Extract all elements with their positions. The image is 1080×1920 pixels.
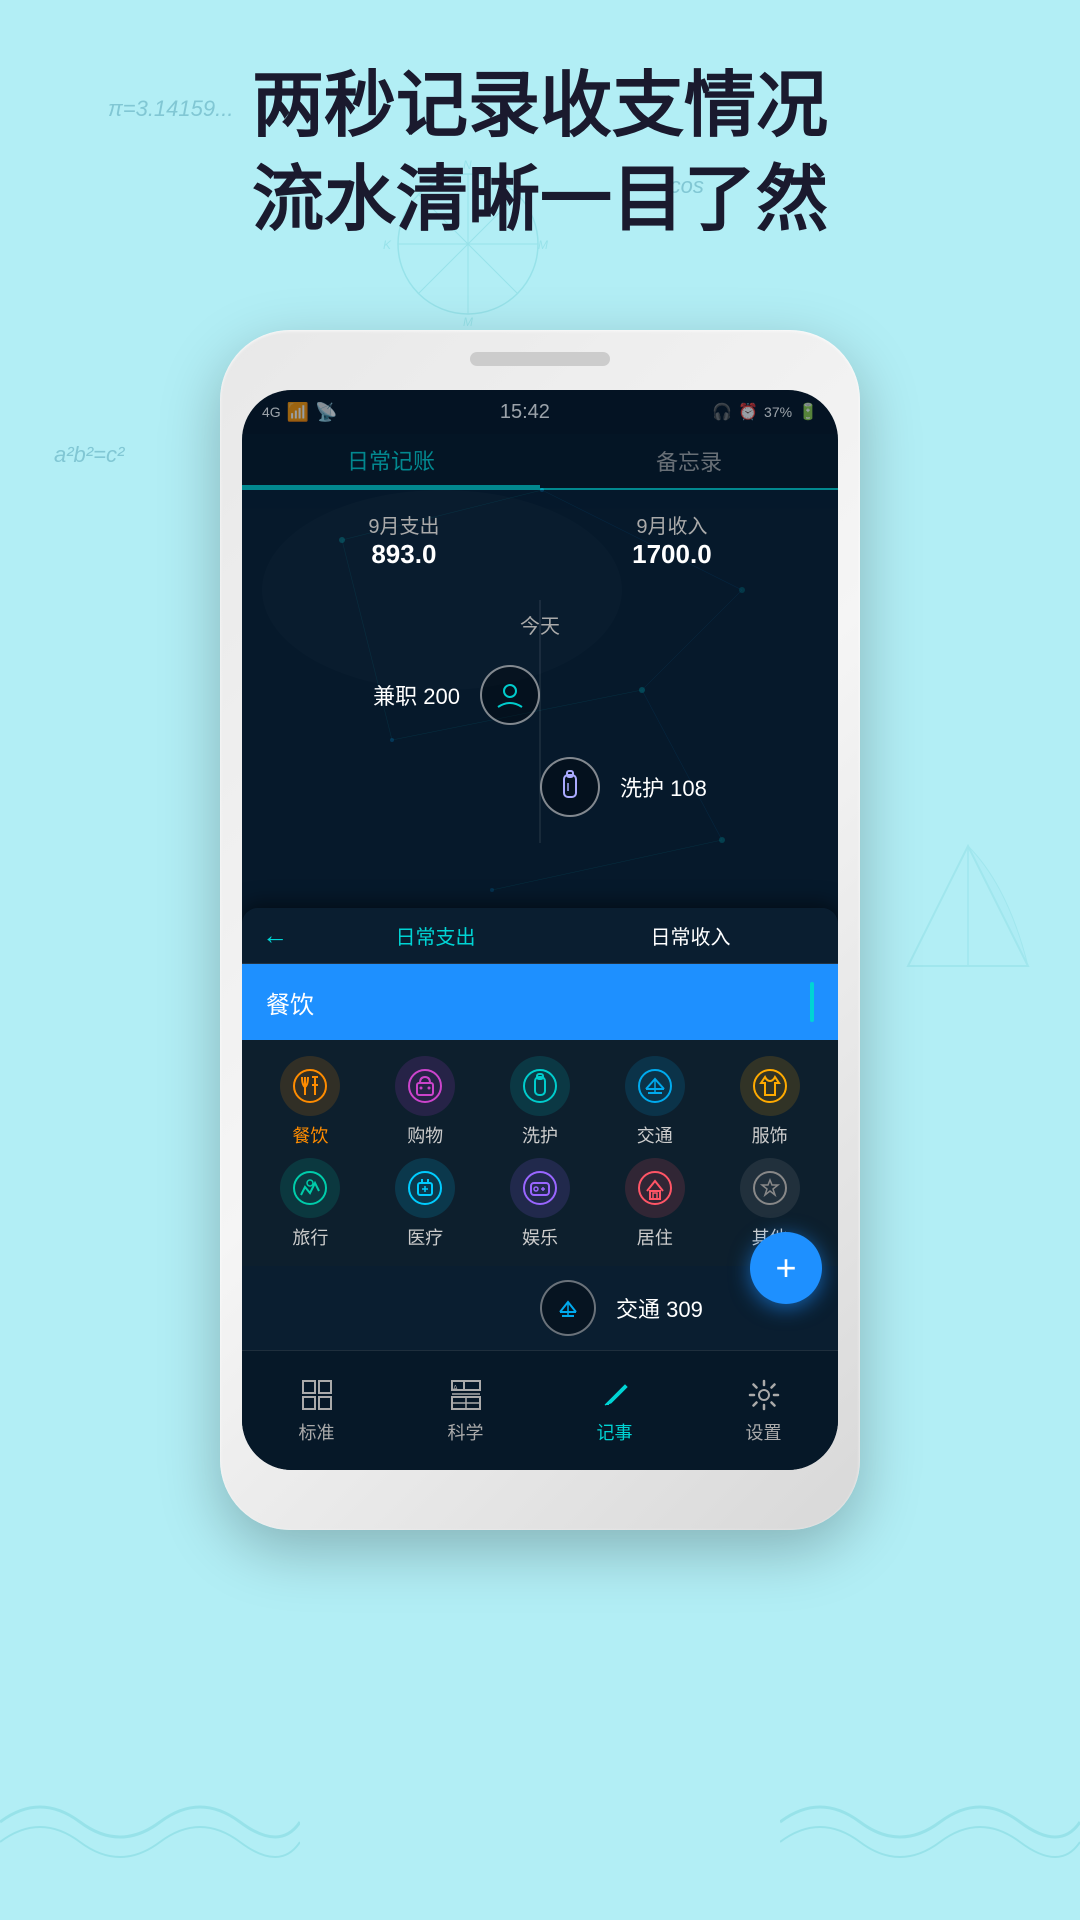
screen-content: 9月支出 893.0 9月收入 1700.0 今天 兼职 200	[242, 490, 838, 1350]
parttime-label: 兼职 200	[373, 679, 460, 711]
phone-shell: 4G 📶 📡 15:42 🎧 ⏰ 37% 🔋 日常记账 备忘录	[220, 330, 860, 1530]
category-care[interactable]: 洗护	[488, 1056, 593, 1148]
medical-icon	[395, 1158, 455, 1218]
popup-header: ← 日常支出 日常收入	[242, 908, 838, 964]
income-value: 1700.0	[632, 539, 712, 570]
selected-category-name: 餐饮	[266, 985, 314, 1020]
care-icon-circle	[540, 757, 600, 817]
nav-settings[interactable]: 设置	[689, 1377, 838, 1445]
transport-timeline-item: 交通 309	[242, 1266, 838, 1350]
expense-summary: 9月支出 893.0	[368, 510, 439, 570]
parttime-icon-circle	[480, 665, 540, 725]
popup-tab-income[interactable]: 日常收入	[563, 913, 818, 958]
settings-icon	[746, 1377, 782, 1413]
nav-science-label: 科学	[448, 1419, 484, 1445]
phone-mockup: 4G 📶 📡 15:42 🎧 ⏰ 37% 🔋 日常记账 备忘录	[220, 330, 860, 1530]
income-summary: 9月收入 1700.0	[632, 510, 712, 570]
category-housing[interactable]: 居住	[602, 1158, 707, 1250]
svg-text:A: A	[453, 1385, 458, 1392]
dining-icon	[280, 1056, 340, 1116]
popup-panel: ← 日常支出 日常收入 餐饮	[242, 908, 838, 1350]
category-entertainment[interactable]: 娱乐	[488, 1158, 593, 1250]
fab-add-button[interactable]: +	[750, 1232, 822, 1304]
transport-circle	[540, 1280, 596, 1336]
shopping-icon	[395, 1056, 455, 1116]
transport-icon	[625, 1056, 685, 1116]
category-travel[interactable]: 旅行	[258, 1158, 363, 1250]
travel-icon	[280, 1158, 340, 1218]
notes-icon	[597, 1377, 633, 1413]
expense-label: 9月支出	[368, 510, 439, 539]
science-icon: A	[448, 1377, 484, 1413]
category-transport[interactable]: 交通	[602, 1056, 707, 1148]
timeline-area: 今天 兼职 200	[242, 600, 838, 843]
travel-label: 旅行	[292, 1224, 328, 1250]
nav-notes[interactable]: 记事	[540, 1377, 689, 1445]
category-shopping[interactable]: 购物	[373, 1056, 478, 1148]
dining-label: 餐饮	[292, 1122, 328, 1148]
entertainment-icon	[510, 1158, 570, 1218]
standard-icon	[299, 1377, 335, 1413]
selection-indicator	[810, 982, 814, 1022]
income-label: 9月收入	[632, 510, 712, 539]
top-text-area: 两秒记录收支情况 流水清晰一目了然	[0, 60, 1080, 247]
nav-standard-label: 标准	[299, 1419, 335, 1445]
selected-category-bar: 餐饮	[242, 964, 838, 1040]
category-dining[interactable]: 餐饮	[258, 1056, 363, 1148]
transport-label: 交通	[637, 1122, 673, 1148]
timeline-center-line	[540, 600, 541, 843]
category-grid: 餐饮	[242, 1040, 838, 1266]
summary-area: 9月支出 893.0 9月收入 1700.0	[242, 490, 838, 590]
housing-label: 居住	[637, 1224, 673, 1250]
entertainment-label: 娱乐	[522, 1224, 558, 1250]
expense-value: 893.0	[368, 539, 439, 570]
care-icon	[510, 1056, 570, 1116]
clothing-icon	[740, 1056, 800, 1116]
nav-notes-label: 记事	[597, 1419, 633, 1445]
headline2: 流水清晰一目了然	[0, 154, 1080, 248]
nav-science[interactable]: A 科学	[391, 1377, 540, 1445]
other-icon	[740, 1158, 800, 1218]
nav-standard[interactable]: 标准	[242, 1377, 391, 1445]
bottom-nav: 标准 A 科学	[242, 1350, 838, 1470]
shopping-label: 购物	[407, 1122, 443, 1148]
transport-timeline-label: 交通 309	[616, 1292, 703, 1324]
housing-icon	[625, 1158, 685, 1218]
nav-settings-label: 设置	[746, 1419, 782, 1445]
category-clothing[interactable]: 服饰	[717, 1056, 822, 1148]
popup-tab-expense[interactable]: 日常支出	[308, 913, 563, 958]
phone-screen: 4G 📶 📡 15:42 🎧 ⏰ 37% 🔋 日常记账 备忘录	[242, 390, 838, 1470]
category-medical[interactable]: 医疗	[373, 1158, 478, 1250]
medical-label: 医疗	[407, 1224, 443, 1250]
care-label: 洗护 108	[620, 771, 707, 803]
clothing-label: 服饰	[752, 1122, 788, 1148]
care-category-label: 洗护	[522, 1122, 558, 1148]
back-button[interactable]: ←	[262, 920, 288, 951]
headline1: 两秒记录收支情况	[0, 60, 1080, 154]
